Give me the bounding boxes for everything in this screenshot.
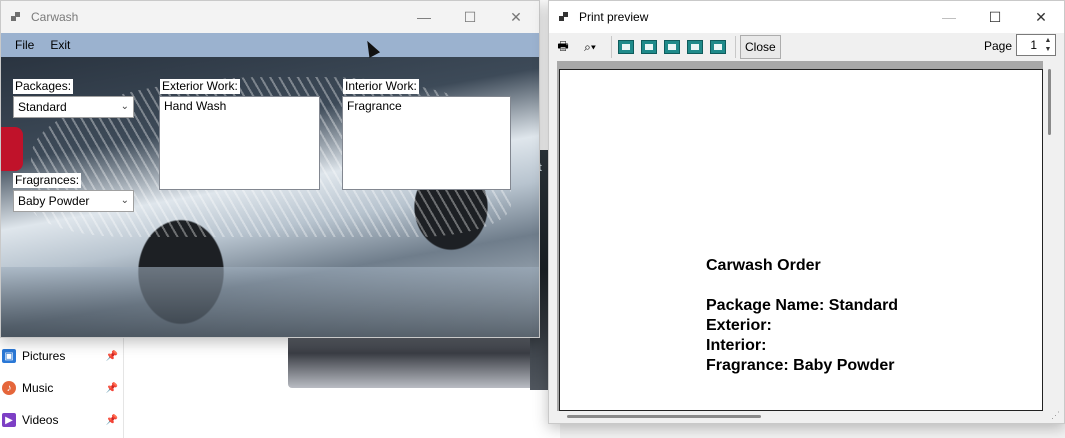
zoom-icon[interactable]: ⌕▾ <box>576 36 604 58</box>
exterior-work-listbox[interactable]: Hand Wash <box>159 96 320 190</box>
carwash-background-image: Packages: Standard ⌄ Fragrances: Baby Po… <box>1 57 539 337</box>
wet-floor <box>1 267 539 337</box>
one-page-icon[interactable] <box>616 36 636 58</box>
print-preview-titlebar[interactable]: Print preview — ☐ ✕ <box>549 1 1064 33</box>
page-number-value: 1 <box>1030 38 1037 52</box>
order-document: Carwash Order Package Name: Standard Ext… <box>706 256 898 376</box>
doc-fragrance-line: Fragrance: Baby Powder <box>706 357 895 374</box>
doc-exterior-line: Exterior: <box>706 317 772 334</box>
close-preview-button[interactable]: Close <box>740 35 781 59</box>
minimize-button[interactable]: — <box>401 1 447 33</box>
background-photo <box>288 330 550 388</box>
fragrances-combo-value: Baby Powder <box>18 194 90 208</box>
pin-icon[interactable]: 📌 <box>106 415 118 426</box>
menu-exit[interactable]: Exit <box>42 38 78 52</box>
page-number-spinner[interactable]: 1 ▲ ▼ <box>1016 34 1056 56</box>
three-pages-icon[interactable] <box>662 36 682 58</box>
nav-item-label: Pictures <box>22 349 66 363</box>
videos-icon: ▶ <box>2 413 16 427</box>
window-title: Carwash <box>31 10 79 24</box>
chevron-down-icon[interactable]: ⌄ <box>121 101 129 112</box>
toolbar-separator <box>611 36 612 58</box>
preview-page: Carwash Order Package Name: Standard Ext… <box>559 69 1043 411</box>
pictures-icon: ▣ <box>2 349 16 363</box>
carwash-titlebar[interactable]: Carwash — ☐ ✕ <box>1 1 539 33</box>
packages-label: Packages: <box>13 79 74 94</box>
app-icon <box>11 12 21 22</box>
nav-item-videos[interactable]: ▶ Videos 📌 <box>0 405 124 435</box>
maximize-button[interactable]: ☐ <box>447 1 493 33</box>
nav-item-music[interactable]: ♪ Music 📌 <box>0 373 124 403</box>
pin-icon[interactable]: 📌 <box>106 351 118 362</box>
list-item[interactable]: Fragrance <box>347 99 506 113</box>
print-preview-window: Print preview — ☐ ✕ 🖶 ⌕▾ Close Page 1 ▲ ▼… <box>548 0 1065 424</box>
app-icon <box>559 12 569 22</box>
resize-grip-icon[interactable]: ⋰ <box>1051 410 1060 421</box>
minimize-button[interactable]: — <box>926 1 972 33</box>
vertical-scrollbar[interactable] <box>1043 61 1057 411</box>
close-button[interactable]: ✕ <box>493 1 539 33</box>
two-pages-icon[interactable] <box>639 36 659 58</box>
nav-item-pictures[interactable]: ▣ Pictures 📌 <box>0 341 124 371</box>
music-icon: ♪ <box>2 381 16 395</box>
maximize-button[interactable]: ☐ <box>972 1 1018 33</box>
fragrances-label: Fragrances: <box>13 173 82 188</box>
spinner-arrows-icon[interactable]: ▲ ▼ <box>1042 36 1054 54</box>
close-button[interactable]: ✕ <box>1018 1 1064 33</box>
window-title: Print preview <box>579 10 649 24</box>
packages-combo-value: Standard <box>18 100 67 114</box>
packages-combo[interactable]: Standard ⌄ <box>13 96 134 118</box>
nav-item-label: Music <box>22 381 54 395</box>
toolbar-separator <box>735 36 736 58</box>
nav-item-label: Videos <box>22 413 59 427</box>
interior-work-label: Interior Work: <box>343 79 419 94</box>
fragrances-combo[interactable]: Baby Powder ⌄ <box>13 190 134 212</box>
interior-work-listbox[interactable]: Fragrance <box>342 96 511 190</box>
explorer-nav-pane: ▣ Pictures 📌 ♪ Music 📌 ▶ Videos 📌 <box>0 336 124 438</box>
six-pages-icon[interactable] <box>708 36 728 58</box>
page-label: Page <box>983 39 1012 53</box>
doc-package-line: Package Name: Standard <box>706 297 899 314</box>
menu-file[interactable]: File <box>7 38 42 52</box>
four-pages-icon[interactable] <box>685 36 705 58</box>
pin-icon[interactable]: 📌 <box>106 383 118 394</box>
menu-bar: File Exit <box>1 33 539 57</box>
preview-viewport[interactable]: Carwash Order Package Name: Standard Ext… <box>557 61 1057 411</box>
list-item[interactable]: Hand Wash <box>164 99 315 113</box>
print-icon[interactable]: 🖶 <box>553 36 573 58</box>
doc-interior-line: Interior: <box>706 337 767 354</box>
doc-heading: Carwash Order <box>706 257 821 274</box>
carwash-window: Carwash — ☐ ✕ File Exit Packages: Standa… <box>0 0 540 338</box>
chevron-down-icon[interactable]: ⌄ <box>121 195 129 206</box>
horizontal-scrollbar[interactable] <box>557 411 1057 423</box>
car-taillight <box>1 127 23 171</box>
exterior-work-label: Exterior Work: <box>160 79 240 94</box>
